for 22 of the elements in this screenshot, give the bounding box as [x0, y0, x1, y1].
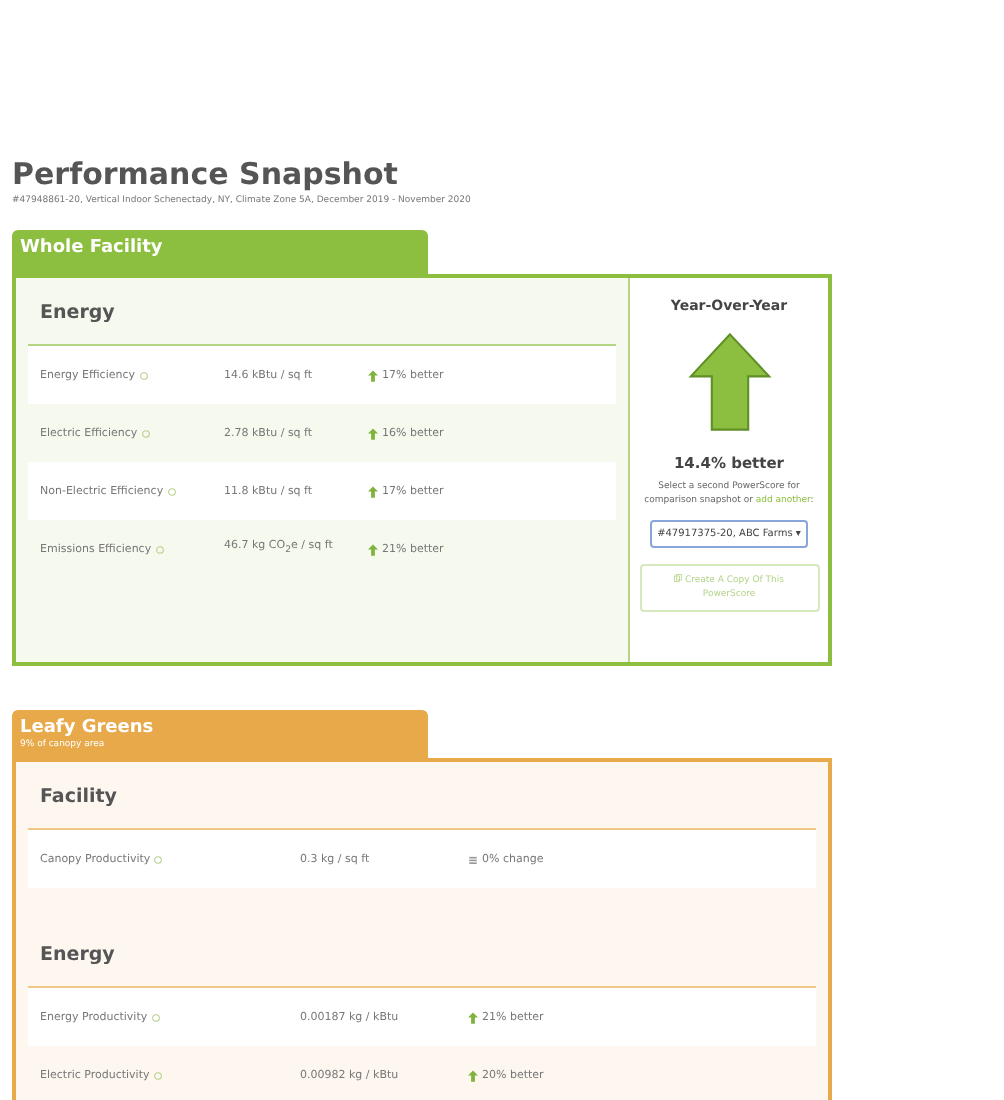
info-icon[interactable] [153, 1071, 162, 1079]
section-title: Leafy Greens [20, 716, 156, 739]
info-icon[interactable] [139, 371, 147, 379]
info-icon[interactable] [167, 487, 176, 495]
info-icon[interactable] [151, 1013, 160, 1021]
up-arrow-icon [468, 1011, 478, 1023]
info-icon[interactable] [141, 429, 150, 437]
section-title: Whole Facility [20, 236, 165, 260]
info-icon[interactable] [154, 855, 163, 863]
page-title: Performance Snapshot [12, 156, 400, 192]
up-arrow-icon [468, 1069, 478, 1081]
copy-icon [674, 574, 683, 582]
up-arrow-icon [368, 427, 378, 439]
info-icon[interactable] [155, 545, 164, 553]
up-arrow-icon [687, 330, 771, 434]
up-arrow-icon [368, 369, 378, 381]
up-arrow-icon [368, 543, 378, 555]
group-heading: Energy [38, 300, 117, 328]
equals-icon [468, 853, 478, 865]
group-heading: Energy [38, 942, 117, 970]
group-heading: Facility [38, 784, 119, 812]
up-arrow-icon [368, 485, 378, 497]
